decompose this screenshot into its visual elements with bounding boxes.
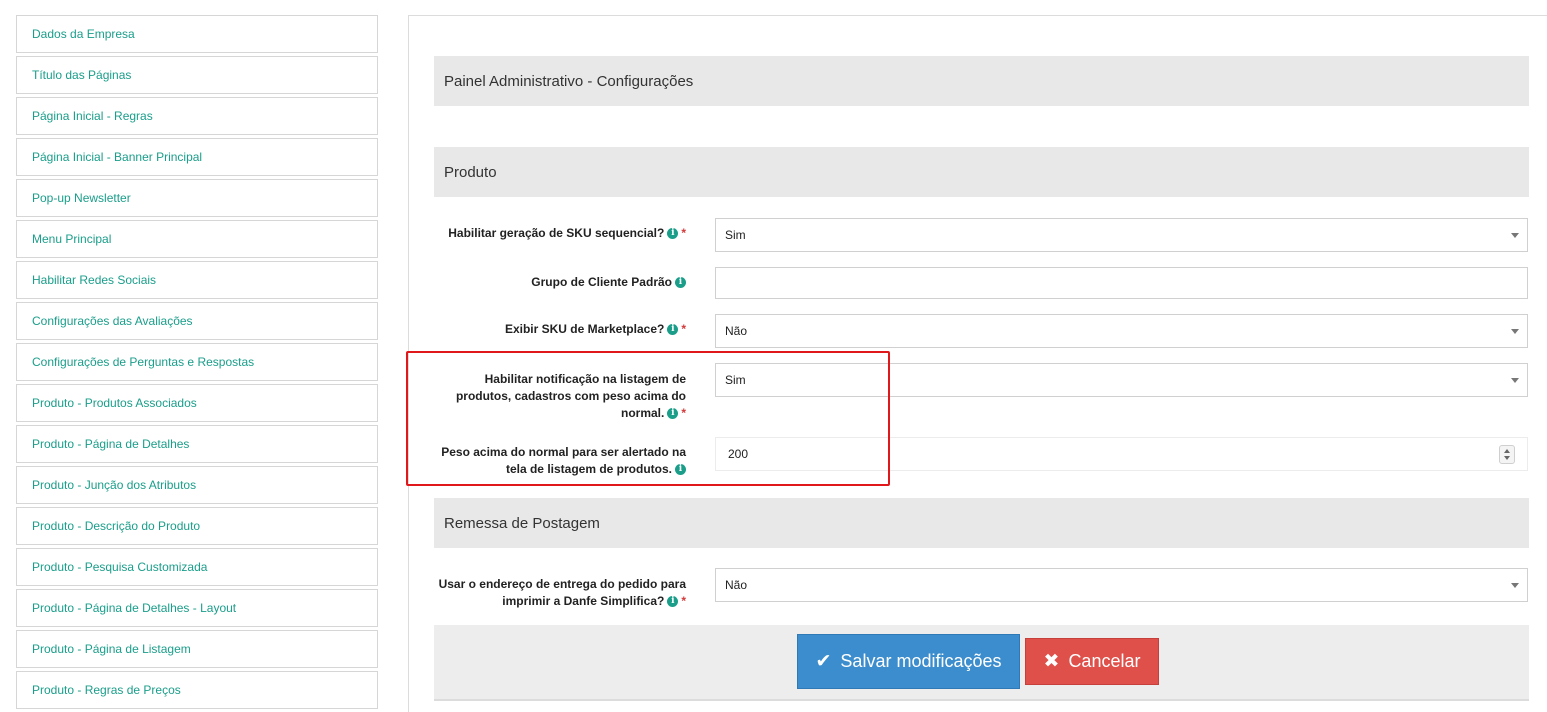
label-text: imprimir a Danfe Simplifica?	[502, 594, 665, 608]
label-peso-acima: Peso acima do normal para ser alertado n…	[434, 444, 686, 478]
label-notificacao-peso: Habilitar notificação na listagem de pro…	[434, 371, 686, 422]
info-icon[interactable]: i	[667, 408, 679, 420]
info-icon[interactable]: i	[667, 596, 679, 608]
close-icon: ✖	[1043, 651, 1060, 672]
info-icon[interactable]: i	[667, 228, 679, 240]
label-line-last: imprimir a Danfe Simplifica? i *	[434, 593, 686, 610]
grupo-cliente-input[interactable]	[715, 267, 1528, 299]
sidebar-item-perguntas-respostas[interactable]: Configurações de Perguntas e Respostas	[16, 343, 378, 381]
label-line: Habilitar notificação na listagem de	[484, 372, 686, 386]
peso-acima-number-input[interactable]: 200	[715, 437, 1528, 471]
label-text: Grupo de Cliente Padrão	[531, 275, 672, 289]
endereco-entrega-select[interactable]: Não	[715, 568, 1528, 602]
save-button-label: Salvar modificações	[840, 651, 1002, 671]
label-text: Habilitar geração de SKU sequencial?	[448, 226, 665, 240]
settings-sidebar: Dados da Empresa Título das Páginas Pági…	[16, 15, 378, 712]
label-sku-marketplace: Exibir SKU de Marketplace? i *	[434, 321, 686, 338]
sidebar-item-pagina-inicial-regras[interactable]: Página Inicial - Regras	[16, 97, 378, 135]
sidebar-item-detalhes-layout[interactable]: Produto - Página de Detalhes - Layout	[16, 589, 378, 627]
select-value: Não	[725, 578, 748, 592]
info-icon[interactable]: i	[675, 464, 686, 476]
info-icon[interactable]: i	[667, 324, 679, 336]
chevron-down-icon	[1511, 329, 1519, 334]
sku-marketplace-select[interactable]: Não	[715, 314, 1528, 348]
sidebar-item-juncao-atributos[interactable]: Produto - Junção dos Atributos	[16, 466, 378, 504]
label-text: Exibir SKU de Marketplace?	[504, 322, 665, 336]
info-icon[interactable]: i	[675, 277, 686, 289]
spinner-icon[interactable]	[1499, 445, 1515, 464]
label-sku-sequencial: Habilitar geração de SKU sequencial? i *	[434, 225, 686, 242]
save-button[interactable]: ✔ Salvar modificações	[797, 634, 1020, 689]
checkmark-icon: ✔	[815, 651, 832, 672]
select-value: Não	[725, 324, 748, 338]
label-line: produtos, cadastros com peso acima do	[455, 389, 686, 403]
chevron-down-icon	[1511, 233, 1519, 238]
sidebar-item-popup-newsletter[interactable]: Pop-up Newsletter	[16, 179, 378, 217]
sidebar-item-produtos-associados[interactable]: Produto - Produtos Associados	[16, 384, 378, 422]
sidebar-item-dados-empresa[interactable]: Dados da Empresa	[16, 15, 378, 53]
label-text: tela de listagem de produtos.	[505, 462, 672, 476]
label-grupo-cliente: Grupo de Cliente Padrão i	[434, 274, 686, 291]
chevron-down-icon	[1511, 378, 1519, 383]
input-value: 200	[728, 447, 749, 461]
sidebar-item-pagina-detalhes[interactable]: Produto - Página de Detalhes	[16, 425, 378, 463]
chevron-down-icon	[1511, 583, 1519, 588]
required-mark: *	[681, 322, 686, 336]
required-mark: *	[681, 226, 686, 240]
sku-sequencial-select[interactable]: Sim	[715, 218, 1528, 252]
settings-panel: Painel Administrativo - Configurações Pr…	[406, 15, 1547, 712]
form-actions: ✔ Salvar modificações ✖ Cancelar	[434, 625, 1529, 701]
sidebar-item-avaliacoes[interactable]: Configurações das Avaliações	[16, 302, 378, 340]
cancel-button[interactable]: ✖ Cancelar	[1025, 638, 1159, 685]
sidebar-item-banner-principal[interactable]: Página Inicial - Banner Principal	[16, 138, 378, 176]
sidebar-item-pesquisa-customizada[interactable]: Produto - Pesquisa Customizada	[16, 548, 378, 586]
label-text: normal.	[620, 406, 665, 420]
cancel-button-label: Cancelar	[1068, 651, 1141, 671]
label-endereco-entrega: Usar o endereço de entrega do pedido par…	[434, 576, 686, 610]
select-value: Sim	[725, 228, 746, 242]
label-line: Usar o endereço de entrega do pedido par…	[438, 577, 686, 591]
sidebar-item-redes-sociais[interactable]: Habilitar Redes Sociais	[16, 261, 378, 299]
required-mark: *	[681, 594, 686, 608]
label-line: Peso acima do normal para ser alertado n…	[441, 445, 686, 459]
notificacao-peso-select[interactable]: Sim	[715, 363, 1528, 397]
sidebar-item-titulo-paginas[interactable]: Título das Páginas	[16, 56, 378, 94]
select-value: Sim	[725, 373, 746, 387]
section-header-remessa: Remessa de Postagem	[434, 498, 1529, 548]
label-line-last: normal. i *	[434, 405, 686, 422]
section-header-produto: Produto	[434, 147, 1529, 197]
sidebar-item-descricao-produto[interactable]: Produto - Descrição do Produto	[16, 507, 378, 545]
sidebar-item-pagina-listagem[interactable]: Produto - Página de Listagem	[16, 630, 378, 668]
sidebar-item-regras-precos[interactable]: Produto - Regras de Preços	[16, 671, 378, 709]
sidebar-item-menu-principal[interactable]: Menu Principal	[16, 220, 378, 258]
required-mark: *	[681, 406, 686, 420]
page-title: Painel Administrativo - Configurações	[434, 56, 1529, 106]
label-line-last: tela de listagem de produtos. i	[434, 461, 686, 478]
